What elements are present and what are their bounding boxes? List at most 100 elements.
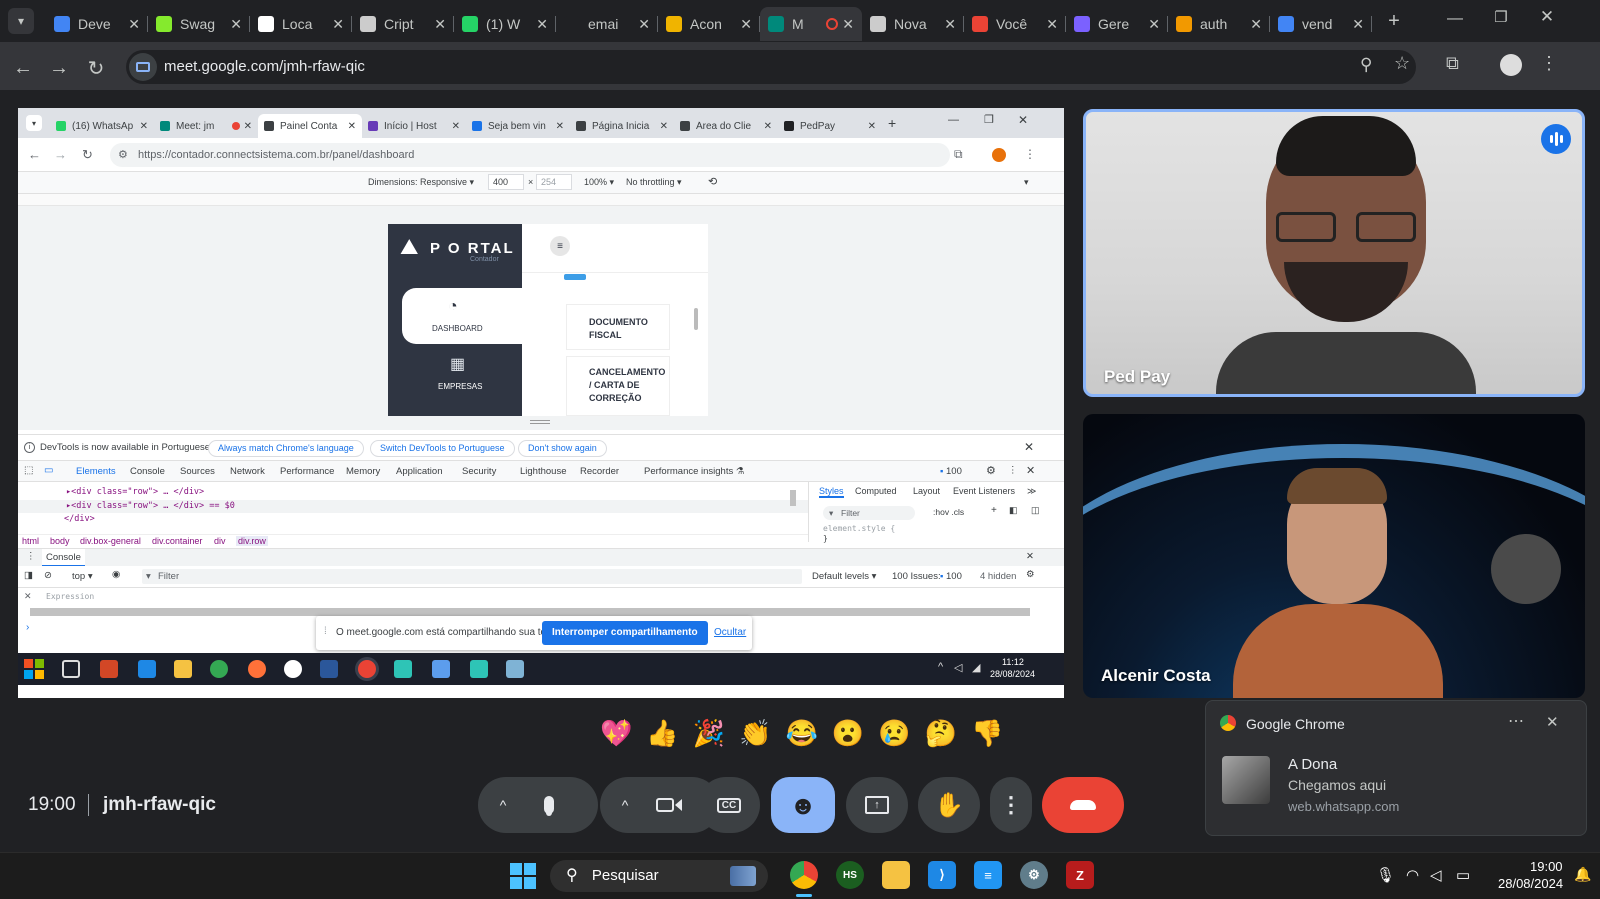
close-tab-icon[interactable]: ✕ [1046,16,1058,33]
close-tab-icon[interactable]: ✕ [348,121,356,132]
inner-forward-icon[interactable]: → [54,147,67,162]
forward-button[interactable]: → [45,54,73,82]
new-rule-icon[interactable]: + [991,505,997,516]
powerpoint-icon[interactable] [100,660,118,678]
levels-select[interactable]: Default levels ▾ [812,571,876,582]
captions-button[interactable]: CC [698,777,760,833]
stop-sharing-button[interactable]: Interromper compartilhamento [542,621,708,645]
browser-tab[interactable]: Acon ✕ [658,7,760,41]
nav-empresas[interactable]: ▦ EMPRESAS [402,350,522,400]
taskbar-notification-icon[interactable]: 🔔 [1574,866,1591,883]
breadcrumb-item[interactable]: div.box-general [80,536,141,546]
inner-reload-icon[interactable]: ↻ [82,147,93,163]
bookmark-star-icon[interactable]: ☆ [1394,53,1410,74]
participant-tile[interactable]: Alcenir Costa [1083,414,1585,698]
browser-tab[interactable]: Gere ✕ [1066,7,1168,41]
inner-browser-tab[interactable]: Painel Conta ✕ [258,114,362,138]
monitor-icon[interactable] [432,660,450,678]
taskbar-chrome-icon[interactable] [790,861,818,889]
close-tab-icon[interactable]: ✕ [244,121,252,132]
hide-button[interactable]: Ocultar [714,627,746,638]
console-filter-input[interactable]: ▾ Filter [142,569,802,584]
menu-kebab-icon[interactable]: ⋮ [1540,53,1558,74]
issues-label[interactable]: 100 Issues: [892,571,941,582]
styles-tab[interactable]: ≫ [1027,486,1036,497]
console-hscrollbar[interactable] [30,608,1030,616]
zoom-select[interactable]: 100% ▾ [584,177,614,188]
taskbar-mic-icon[interactable]: 🎙 [1376,866,1395,884]
dimensions-select[interactable]: Dimensions: Responsive ▾ [368,177,474,188]
taskbar-wifi-icon[interactable]: ◠ [1406,866,1419,884]
close-tab-icon[interactable]: ✕ [536,16,548,33]
inspect-icon[interactable]: ⬚ [24,465,33,476]
task-view-icon[interactable] [62,660,80,678]
viewport-resize-handle[interactable] [530,420,550,424]
reaction-emoji-button[interactable]: 🎉 [693,718,739,748]
breadcrumb-item[interactable]: html [22,536,39,546]
taskbar-clock-date[interactable]: 28/08/2024 [1498,876,1563,891]
app-icon[interactable] [470,660,488,678]
close-tab-icon[interactable]: ✕ [764,121,772,132]
live-expression-row[interactable]: ✕ Expression [18,588,1064,606]
taskbar-explorer-icon[interactable] [882,861,910,889]
issues-badge[interactable]: ▪ 100 [940,466,962,477]
inner-tab-search[interactable]: ▾ [26,115,42,131]
reactions-button[interactable]: ☻ [771,777,835,833]
hov-cls-toggles[interactable]: :hov .cls [933,507,964,517]
file-explorer-icon[interactable] [174,660,192,678]
close-tab-icon[interactable]: ✕ [1250,16,1262,33]
reaction-emoji-button[interactable]: 👎 [971,718,1017,748]
throttle-select[interactable]: No throttling ▾ [626,177,682,188]
taskbar-search[interactable]: ⚲ Pesquisar [550,860,768,892]
inner-new-tab-button[interactable]: + [888,115,896,131]
drag-handle-icon[interactable]: ⁞ [324,626,327,637]
close-tab-icon[interactable]: ✕ [230,16,242,33]
devtools-tab[interactable]: Recorder [580,466,619,477]
close-tab-icon[interactable]: ✕ [868,121,876,132]
close-tab-icon[interactable]: ✕ [332,16,344,33]
microphone-button[interactable] [534,790,564,820]
card-cancelamento[interactable]: CANCELAMENTO / CARTA DE CORREÇÃO [566,356,670,416]
inner-restore[interactable]: ❐ [984,113,994,126]
audio-options-button[interactable]: ^ [490,797,516,813]
present-screen-button[interactable]: ↑ [846,777,908,833]
match-language-button[interactable]: Always match Chrome's language [208,440,364,457]
chrome-icon[interactable] [210,660,228,678]
close-tab-icon[interactable]: ✕ [1352,16,1364,33]
browser-tab[interactable]: M ✕ [760,7,862,41]
browser-tab[interactable]: vend ✕ [1270,7,1372,41]
more-options-button[interactable]: ⋮ [990,777,1032,833]
chrome-notification[interactable]: Google Chrome ⋯ ✕ A Dona Chegamos aqui w… [1205,700,1587,836]
nav-dashboard[interactable]: ◔ DASHBOARD [402,288,522,344]
dom-line[interactable]: ▸<div class="row"> … </div> [66,487,204,497]
remove-expression-icon[interactable]: ✕ [24,591,32,602]
styles-tab[interactable]: Styles [819,486,844,498]
devtools-tab[interactable]: Performance insights ⚗ [644,466,744,477]
breadcrumb-item[interactable]: div [214,536,226,546]
chrome-active-icon[interactable] [358,660,376,678]
reaction-emoji-button[interactable]: 👏 [739,718,785,748]
page-scrollbar[interactable] [694,308,698,330]
inner-browser-tab[interactable]: Seja bem vin ✕ [466,114,570,138]
inner-extension-icon[interactable]: ⧉ [954,147,963,162]
taskbar-volume-icon[interactable]: ◁ [1430,866,1442,884]
inner-minimize[interactable]: — [948,114,959,126]
network-icon[interactable]: ◢ [972,661,980,674]
devtools-tab[interactable]: Security [462,466,496,477]
taskbar-vscode-icon[interactable]: ⟩ [928,861,956,889]
close-tab-icon[interactable]: ✕ [128,16,140,33]
devtools-tab[interactable]: Sources [180,466,215,477]
site-info-icon[interactable] [129,53,157,81]
console-prompt-icon[interactable]: › [26,622,29,633]
close-tab-icon[interactable]: ✕ [140,121,148,132]
taskbar-battery-icon[interactable]: ▭ [1456,866,1470,884]
rotate-icon[interactable]: ⟲ [708,175,717,188]
sidebar-toggle-icon[interactable]: ◫ [1031,505,1040,516]
console-settings-icon[interactable]: ⚙ [1026,569,1035,580]
inner-browser-tab[interactable]: (16) WhatsAp ✕ [50,114,154,138]
inner-menu-icon[interactable]: ⋮ [1024,147,1036,161]
issues-pill[interactable]: ▪ 100 [940,571,962,582]
tray-chevron-icon[interactable]: ^ [938,661,943,673]
taskbar-filezilla-icon[interactable]: Z [1066,861,1094,889]
inner-browser-tab[interactable]: PedPay ✕ [778,114,882,138]
